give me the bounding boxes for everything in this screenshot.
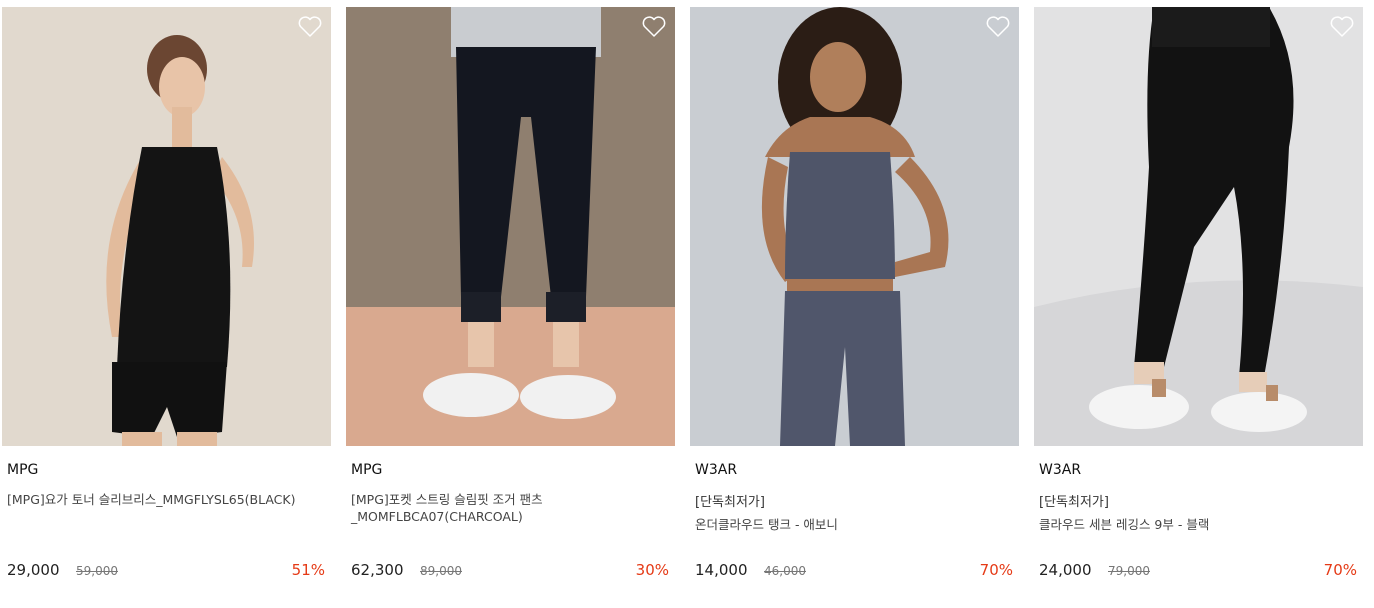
brand-name[interactable]: MPG xyxy=(351,462,382,478)
original-price: 89,000 xyxy=(420,564,462,578)
original-price: 79,000 xyxy=(1108,564,1150,578)
promo-tag: [단독최저가] xyxy=(695,495,765,510)
sale-price: 62,300 xyxy=(351,561,404,579)
product-name[interactable]: [MPG]요가 토너 슬리브리스_MMGFLYSL65(BLACK) xyxy=(7,491,317,508)
brand-name[interactable]: W3AR xyxy=(1039,462,1081,478)
heart-outline-icon[interactable] xyxy=(1329,15,1355,39)
discount-rate: 30% xyxy=(635,561,669,579)
product-card[interactable]: W3AR [단독최저가] 온더클라우드 탱크 - 애보니 14,000 46,0… xyxy=(690,7,1019,597)
product-image[interactable] xyxy=(2,7,331,446)
brand-name[interactable]: MPG xyxy=(7,462,38,478)
discount-rate: 51% xyxy=(291,561,325,579)
product-image[interactable] xyxy=(1034,7,1363,446)
product-name[interactable]: 온더클라우드 탱크 - 애보니 xyxy=(695,516,1005,533)
original-price: 46,000 xyxy=(764,564,806,578)
sale-price: 29,000 xyxy=(7,561,60,579)
discount-rate: 70% xyxy=(979,561,1013,579)
product-card[interactable]: MPG [MPG]요가 토너 슬리브리스_MMGFLYSL65(BLACK) 2… xyxy=(2,7,331,597)
discount-rate: 70% xyxy=(1323,561,1357,579)
heart-outline-icon[interactable] xyxy=(985,15,1011,39)
heart-outline-icon[interactable] xyxy=(297,15,323,39)
product-photo-jogger-pants xyxy=(346,7,675,446)
original-price: 59,000 xyxy=(76,564,118,578)
heart-outline-icon[interactable] xyxy=(641,15,667,39)
product-card[interactable]: W3AR [단독최저가] 클라우드 세븐 레깅스 9부 - 블랙 24,000 … xyxy=(1034,7,1363,597)
product-image[interactable] xyxy=(690,7,1019,446)
product-name[interactable]: 클라우드 세븐 레깅스 9부 - 블랙 xyxy=(1039,516,1349,533)
brand-name[interactable]: W3AR xyxy=(695,462,737,478)
sale-price: 24,000 xyxy=(1039,561,1092,579)
sale-price: 14,000 xyxy=(695,561,748,579)
product-photo-tank-top xyxy=(690,7,1019,446)
product-photo-yoga-top xyxy=(2,7,331,446)
product-image[interactable] xyxy=(346,7,675,446)
promo-tag: [단독최저가] xyxy=(1039,495,1109,510)
product-name[interactable]: [MPG]포켓 스트링 슬림핏 조거 팬츠 _MOMFLBCA07(CHARCO… xyxy=(351,491,661,525)
product-photo-leggings xyxy=(1034,7,1363,446)
product-card[interactable]: MPG [MPG]포켓 스트링 슬림핏 조거 팬츠 _MOMFLBCA07(CH… xyxy=(346,7,675,597)
